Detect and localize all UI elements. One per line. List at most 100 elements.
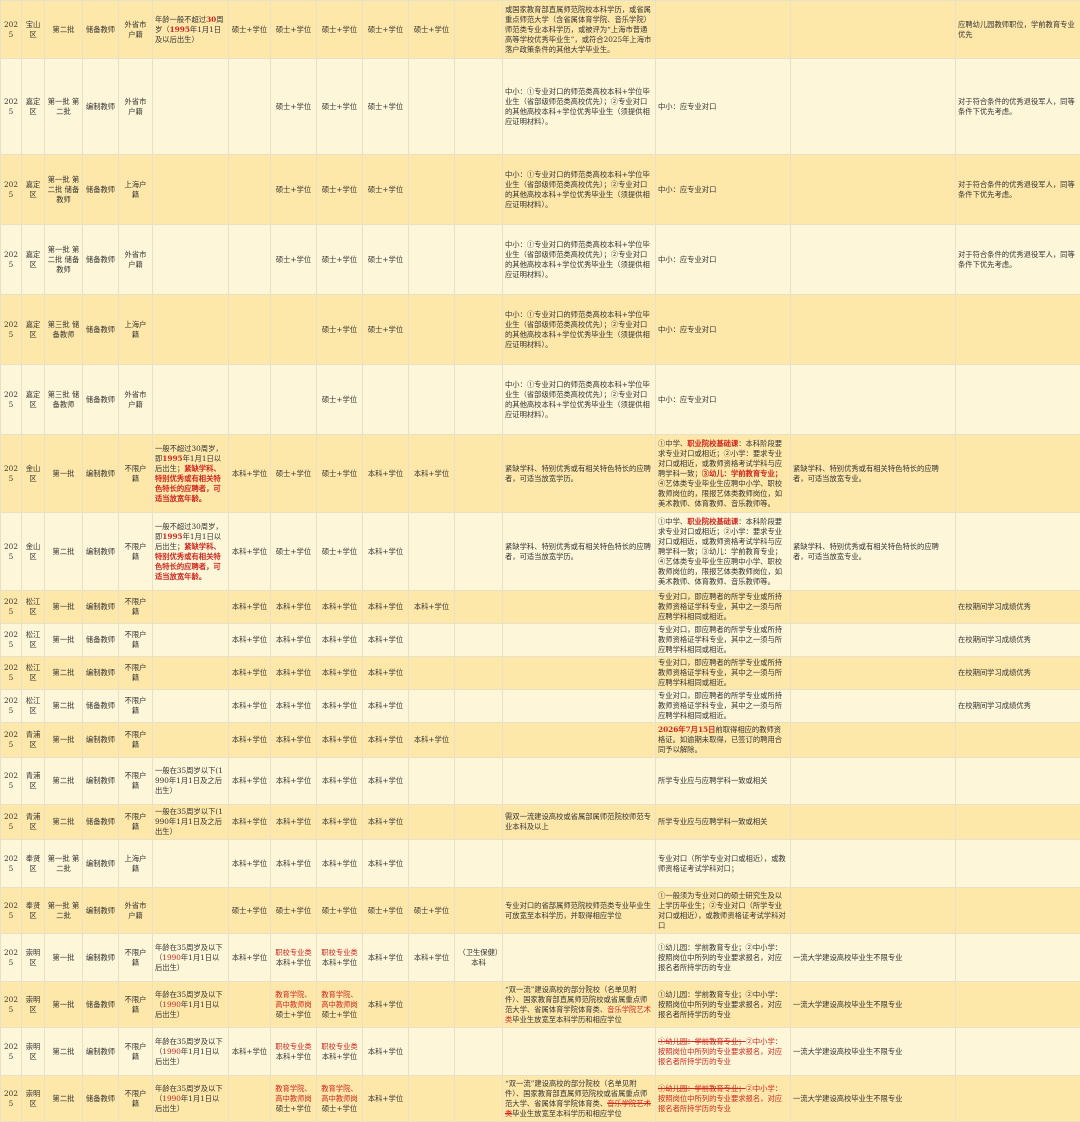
cell-school-requirement: 中小：①专业对口的师范类高校本科+学位毕业生（省部级师范类高校优先）；②专业对口… xyxy=(503,225,656,295)
cell-text-segment: 一般在35周岁以下(1990年1月1日及之后出生） xyxy=(155,807,223,836)
table-row: 2025奉贤区第一批 第二批编制教师外省市户籍硕士+学位硕士+学位硕士+学位硕士… xyxy=(1,888,1080,934)
cell-batch: 第一批 xyxy=(45,982,83,1028)
cell-edu-primary: 硕士+学位 xyxy=(271,1,317,59)
cell-edu-kindergarten xyxy=(229,982,271,1028)
cell-year: 2025 xyxy=(1,155,22,225)
cell-edu-other xyxy=(455,657,503,690)
cell-edu-middle: 硕士+学位 xyxy=(317,155,363,225)
cell-edu-vocational xyxy=(409,982,455,1028)
cell-text-segment: ③幼儿：学前教育专业； xyxy=(702,469,782,478)
cell-school-requirement: 专业对口的省部属师范院校师范类专业毕业生可放宽至本科学历，并取得相应学位 xyxy=(503,888,656,934)
cell-age: 年龄一般不超过30周岁（1995年1月1日及以后出生） xyxy=(153,1,229,59)
cell-school-requirement xyxy=(503,723,656,758)
cell-school-requirement xyxy=(503,758,656,805)
cell-text-segment: 1995 xyxy=(162,532,182,541)
cell-edu-high: 本科+学位 xyxy=(363,758,409,805)
cell-hukou: 不限户籍 xyxy=(119,591,153,624)
cell-text-segment: ①幼儿园：学前教育专业； xyxy=(658,1084,746,1093)
cell-hukou: 不限户籍 xyxy=(119,657,153,690)
cell-teacher-type: 编制教师 xyxy=(83,591,119,624)
cell-edu-vocational xyxy=(409,1028,455,1076)
cell-age: 年龄在35周岁及以下（1990年1月1日以后出生） xyxy=(153,1028,229,1076)
table-row: 2025青浦区第二批储备教师不限户籍一般在35周岁以下(1990年1月1日及之后… xyxy=(1,805,1080,840)
cell-edu-middle: 硕士+学位 xyxy=(317,59,363,155)
table-row: 2025青浦区第二批编制教师不限户籍一般在35周岁以下(1990年1月1日及之后… xyxy=(1,758,1080,805)
cell-district: 青浦区 xyxy=(22,805,45,840)
cell-other-note: 对于符合条件的优秀退役军人，同等条件下优先考虑。 xyxy=(956,59,1080,155)
cell-special-note xyxy=(791,624,956,657)
cell-teacher-type: 储备教师 xyxy=(83,982,119,1028)
cell-batch: 第二批 xyxy=(45,805,83,840)
cell-district: 松江区 xyxy=(22,591,45,624)
cell-edu-kindergarten xyxy=(229,295,271,365)
cell-edu-high: 硕士+学位 xyxy=(363,59,409,155)
cell-hukou: 不限户籍 xyxy=(119,758,153,805)
cell-special-note xyxy=(791,365,956,435)
cell-school-requirement: 中小：①专业对口的师范类高校本科+学位毕业生（省部级师范类高校优先）；②专业对口… xyxy=(503,295,656,365)
cell-district: 宝山区 xyxy=(22,1,45,59)
cell-edu-vocational xyxy=(409,59,455,155)
cell-year: 2025 xyxy=(1,982,22,1028)
cell-teacher-type: 储备教师 xyxy=(83,225,119,295)
cell-edu-middle: 本科+学位 xyxy=(317,591,363,624)
cell-special-note xyxy=(791,690,956,723)
cell-text-segment: ①中学、 xyxy=(658,517,687,526)
cell-age: 一般不超过30周岁，即1995年1月1日以后出生；紧缺学科、特别优秀或有相关特色… xyxy=(153,435,229,513)
cell-age xyxy=(153,365,229,435)
cell-district: 青浦区 xyxy=(22,758,45,805)
cell-age xyxy=(153,840,229,888)
cell-school-requirement: 中小：①专业对口的师范类高校本科+学位毕业生（省部级师范类高校优先）；②专业对口… xyxy=(503,59,656,155)
cell-text-segment: 专业对口，即应聘者的所学专业或所持教师资格证学科专业，其中之一须与所应聘学科相同… xyxy=(658,625,782,654)
cell-edu-middle: 本科+学位 xyxy=(317,690,363,723)
cell-major-requirement xyxy=(656,1,791,59)
cell-district: 青浦区 xyxy=(22,723,45,758)
cell-edu-other xyxy=(455,59,503,155)
cell-edu-primary: 教育学院、高中教师岗硕士+学位 xyxy=(271,1076,317,1122)
cell-edu-primary: 本科+学位 xyxy=(271,657,317,690)
cell-major-requirement: 专业对口，即应聘者的所学专业或所持教师资格证学科专业，其中之一须与所应聘学科相同… xyxy=(656,591,791,624)
cell-text-segment: 所学专业应与应聘学科一致或相关 xyxy=(658,817,767,826)
cell-edu-middle: 硕士+学位 xyxy=(317,513,363,591)
table-row: 2025嘉定区第三批 储备教师储备教师外省市户籍硕士+学位中小：①专业对口的师范… xyxy=(1,365,1080,435)
cell-edu-high: 本科+学位 xyxy=(363,840,409,888)
cell-school-requirement xyxy=(503,840,656,888)
cell-edu-middle: 职校专业类本科+学位 xyxy=(317,1028,363,1076)
cell-text-segment: 本科+学位 xyxy=(322,958,357,967)
cell-edu-middle: 硕士+学位 xyxy=(317,365,363,435)
cell-year: 2025 xyxy=(1,591,22,624)
cell-year: 2025 xyxy=(1,1028,22,1076)
cell-hukou: 不限户籍 xyxy=(119,723,153,758)
cell-school-requirement: 中小：①专业对口的师范类高校本科+学位毕业生（省部级师范类高校优先）；②专业对口… xyxy=(503,365,656,435)
cell-other-note xyxy=(956,1076,1080,1122)
cell-edu-vocational: 本科+学位 xyxy=(409,435,455,513)
cell-text-segment: 中小：应专业对口 xyxy=(658,395,716,404)
cell-age xyxy=(153,624,229,657)
cell-major-requirement: 中小：应专业对口 xyxy=(656,155,791,225)
cell-edu-middle: 本科+学位 xyxy=(317,805,363,840)
cell-batch: 第一批 第二批 xyxy=(45,840,83,888)
cell-edu-primary: 本科+学位 xyxy=(271,624,317,657)
cell-text-segment: 需双一流建设高校或省属部属师范院校师范专业本科及以上 xyxy=(505,812,651,831)
cell-age: 年龄在35周岁及以下（1990年1月1日以后出生） xyxy=(153,982,229,1028)
cell-other-note: 在校期间学习成绩优秀 xyxy=(956,591,1080,624)
cell-edu-other xyxy=(455,591,503,624)
cell-edu-vocational: 本科+学位 xyxy=(409,723,455,758)
cell-edu-kindergarten: 本科+学位 xyxy=(229,723,271,758)
cell-hukou: 上海户籍 xyxy=(119,155,153,225)
cell-teacher-type: 储备教师 xyxy=(83,1,119,59)
cell-edu-other xyxy=(455,624,503,657)
cell-other-note: 对于符合条件的优秀退役军人，同等条件下优先考虑。 xyxy=(956,225,1080,295)
cell-other-note: 应聘幼儿园教师职位，学前教育专业优先 xyxy=(956,1,1080,59)
cell-teacher-type: 编制教师 xyxy=(83,657,119,690)
cell-age xyxy=(153,225,229,295)
cell-district: 松江区 xyxy=(22,690,45,723)
cell-edu-kindergarten: 本科+学位 xyxy=(229,435,271,513)
cell-edu-other xyxy=(455,1,503,59)
cell-hukou: 不限户籍 xyxy=(119,1076,153,1122)
cell-school-requirement: 紧缺学科、特别优秀或有相关特色特长的应聘者，可适当放宽学历。 xyxy=(503,435,656,513)
cell-batch: 第二批 xyxy=(45,1076,83,1122)
cell-major-requirement: 2026年7月15日前取得相应的教师资格证。如逾期未取得，已签订的聘用合同予以解… xyxy=(656,723,791,758)
cell-edu-other: （卫生保健）本科 xyxy=(455,934,503,982)
cell-batch: 第一批 xyxy=(45,624,83,657)
cell-edu-kindergarten: 硕士+学位 xyxy=(229,888,271,934)
